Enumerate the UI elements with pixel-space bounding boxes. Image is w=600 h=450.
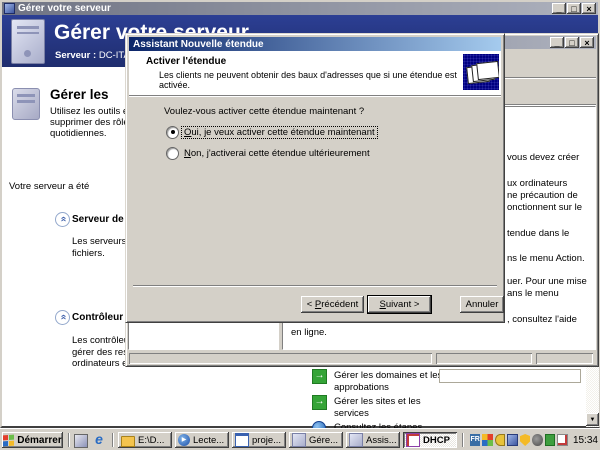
scroll-down-icon: ▼: [590, 417, 596, 423]
maximize-icon[interactable]: □: [565, 37, 579, 48]
clipboard-icon[interactable]: [557, 434, 568, 446]
minimize-icon[interactable]: _: [550, 37, 564, 48]
taskbar-button-dhcp[interactable]: DHCP: [403, 432, 457, 448]
computer-icon: [11, 19, 45, 64]
content-box: [439, 369, 581, 383]
arrow-icon: →: [312, 395, 327, 410]
statusbar-section: [129, 353, 432, 364]
help-text: en ligne.: [291, 327, 327, 338]
help-text: uer. Pour une mise: [507, 276, 587, 287]
windows-logo-icon: [3, 434, 14, 446]
update-icon[interactable]: [532, 434, 542, 446]
back-button[interactable]: < Précédent: [301, 296, 364, 313]
section-title-domain-controller: Contrôleur d: [72, 312, 132, 323]
collapse-chevron-icon[interactable]: «: [55, 212, 70, 227]
section-text: fichiers.: [72, 248, 105, 259]
minimize-icon[interactable]: _: [552, 3, 566, 14]
server-note: Votre serveur a été: [9, 181, 89, 192]
internet-explorer-icon[interactable]: e: [92, 432, 106, 447]
section-text: gérer des ress: [72, 347, 133, 358]
statusbar-section: [436, 353, 532, 364]
media-player-icon: ▶: [178, 434, 190, 446]
section-text: ordinateurs et: [72, 358, 130, 369]
cancel-button[interactable]: Annuler: [460, 296, 504, 313]
help-text: , consultez l'aide: [507, 314, 577, 325]
wizard-question: Voulez-vous activer cette étendue mainte…: [164, 106, 364, 117]
scroll-down-button[interactable]: ▼: [586, 413, 599, 426]
network-computers-icon[interactable]: [507, 434, 518, 446]
taskbar-button-manage-server[interactable]: Gére...: [289, 432, 343, 448]
banner-subtitle: Serveur : DC-ITA: [55, 50, 130, 61]
start-button[interactable]: Démarrer: [2, 432, 63, 448]
taskbar-button-explorer[interactable]: E:\D...: [118, 432, 172, 448]
green-tool-icon[interactable]: [545, 434, 556, 446]
wizard-titlebar[interactable]: Assistant Nouvelle étendue: [129, 37, 501, 51]
intro-line: supprimer des rôles: [50, 117, 133, 128]
radio-no-label[interactable]: Non, j'activerai cette étendue ultérieur…: [182, 148, 372, 159]
arrow-icon: →: [312, 369, 327, 384]
help-text: ne précaution de: [507, 190, 578, 201]
wizard-page-title: Activer l'étendue: [146, 56, 226, 67]
intro-line: quotidiennes.: [50, 128, 107, 139]
content-heading: Gérer les: [50, 87, 109, 102]
tray-divider: [462, 433, 464, 447]
taskbar-divider: [112, 433, 114, 447]
next-button[interactable]: Suivant >: [368, 296, 431, 313]
server-window-icon: [292, 433, 306, 447]
help-text: ans le menu: [507, 288, 559, 299]
wizard-header: Activer l'étendue Les clients ne peuvent…: [129, 51, 501, 95]
taskbar-button-media-player[interactable]: ▶ Lecte...: [175, 432, 229, 448]
radio-yes[interactable]: [166, 126, 179, 139]
keys-icon[interactable]: [495, 434, 506, 446]
wizard-title: Assistant Nouvelle étendue: [131, 39, 264, 50]
statusbar-section: [536, 353, 593, 364]
security-shield-icon[interactable]: [520, 434, 530, 446]
taskbar-divider: [68, 433, 70, 447]
section-text: Les contrôleur: [72, 335, 132, 346]
taskbar-button-wizard[interactable]: Assis...: [346, 432, 400, 448]
server-label: Serveur :: [55, 50, 96, 61]
desktop: Gérer votre serveur _ □ × Gérer votre se…: [0, 0, 600, 450]
wizard-desc: Les clients ne peuvent obtenir des baux …: [159, 70, 457, 80]
close-icon[interactable]: ×: [580, 37, 594, 48]
link-manage-sites[interactable]: Gérer les sites et les services: [334, 396, 421, 419]
wizard-desc: activée.: [159, 80, 190, 90]
clock: 15:34: [573, 435, 598, 446]
help-text: vous devez créer: [507, 152, 579, 163]
help-text: ux ordinateurs: [507, 178, 567, 189]
main-window-titlebar[interactable]: Gérer votre serveur _ □ ×: [2, 2, 598, 15]
scope-folders-icon: [463, 54, 499, 90]
button-separator: [133, 285, 497, 287]
section-title-file-server: Serveur de f: [72, 214, 130, 225]
system-tray: FR 15:34: [462, 432, 598, 448]
document-icon: [235, 433, 249, 447]
collapse-chevron-icon[interactable]: «: [55, 310, 70, 325]
help-text: tendue dans le: [507, 228, 569, 239]
close-icon[interactable]: ×: [582, 3, 596, 14]
intro-line: Utilisez les outils et: [50, 106, 131, 117]
taskbar-button-document[interactable]: proje...: [232, 432, 286, 448]
window-icon: [4, 3, 15, 14]
radio-yes-label[interactable]: Oui, je veux activer cette étendue maint…: [182, 127, 377, 138]
tools-icon: [12, 88, 40, 120]
radio-no[interactable]: [166, 147, 179, 160]
taskbar: Démarrer e E:\D... ▶ Lecte... proje... G…: [0, 428, 600, 450]
show-desktop-icon[interactable]: [74, 434, 88, 448]
link-manage-domains[interactable]: Gérer les domaines et les approbations: [334, 370, 442, 393]
help-text: onctionnent sur le: [507, 202, 582, 213]
folder-icon: [121, 436, 135, 447]
colored-squares-icon[interactable]: [482, 434, 492, 446]
main-window-title: Gérer votre serveur: [18, 3, 111, 14]
wizard-window-icon: [349, 433, 363, 447]
dhcp-console-icon: [406, 433, 420, 447]
header-separator: [129, 95, 501, 96]
language-indicator[interactable]: FR: [470, 434, 480, 446]
help-text: ns le menu Action.: [507, 253, 585, 264]
new-scope-wizard-dialog: Assistant Nouvelle étendue Activer l'éte…: [125, 33, 505, 323]
maximize-icon[interactable]: □: [567, 3, 581, 14]
